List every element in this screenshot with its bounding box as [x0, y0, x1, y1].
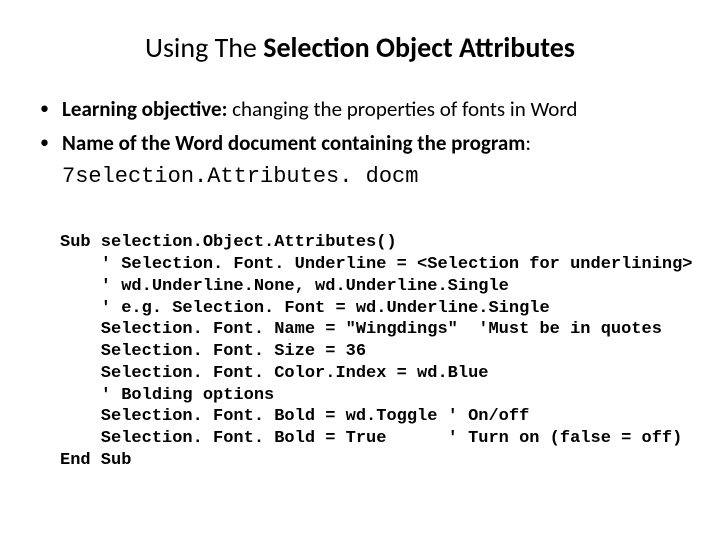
title-prefix: Using The: [145, 30, 263, 65]
code-line: Selection. Font. Bold = True ' Turn on (…: [60, 429, 682, 448]
code-line: ' Bolding options: [60, 386, 274, 405]
bullet-text: Learning objective: changing the propert…: [62, 95, 690, 123]
code-block: Sub selection.Object.Attributes() ' Sele…: [60, 211, 720, 472]
code-line: ' e.g. Selection. Font = wd.Underline.Si…: [60, 299, 550, 318]
code-line: Selection. Font. Size = 36: [60, 342, 366, 361]
code-line: ' wd.Underline.None, wd.Underline.Single: [60, 277, 509, 296]
bullet-label: Name of the Word document containing the…: [62, 130, 525, 156]
bullet-dot-icon: •: [40, 129, 62, 157]
filename-text: 7selection.Attributes. docm: [62, 164, 720, 189]
code-line: ' Selection. Font. Underline = <Selectio…: [60, 255, 693, 274]
code-line: Selection. Font. Bold = wd.Toggle ' On/o…: [60, 407, 529, 426]
bullet-label: Learning objective:: [62, 96, 227, 122]
bullet-list: • Learning objective: changing the prope…: [0, 95, 720, 158]
code-line: Selection. Font. Color.Index = wd.Blue: [60, 364, 488, 383]
bullet-dot-icon: •: [40, 95, 62, 123]
code-line: Sub selection.Object.Attributes(): [60, 233, 397, 252]
title-strong: Selection Object Attributes: [263, 30, 575, 65]
list-item: • Learning objective: changing the prope…: [40, 95, 690, 123]
code-line: End Sub: [60, 451, 131, 470]
bullet-body: :: [525, 130, 531, 156]
bullet-text: Name of the Word document containing the…: [62, 129, 690, 157]
list-item: • Name of the Word document containing t…: [40, 129, 690, 157]
slide-title: Using The Selection Object Attributes: [0, 0, 720, 95]
code-line: Selection. Font. Name = "Wingdings" 'Mus…: [60, 320, 662, 339]
bullet-body: changing the properties of fonts in Word: [227, 96, 577, 122]
